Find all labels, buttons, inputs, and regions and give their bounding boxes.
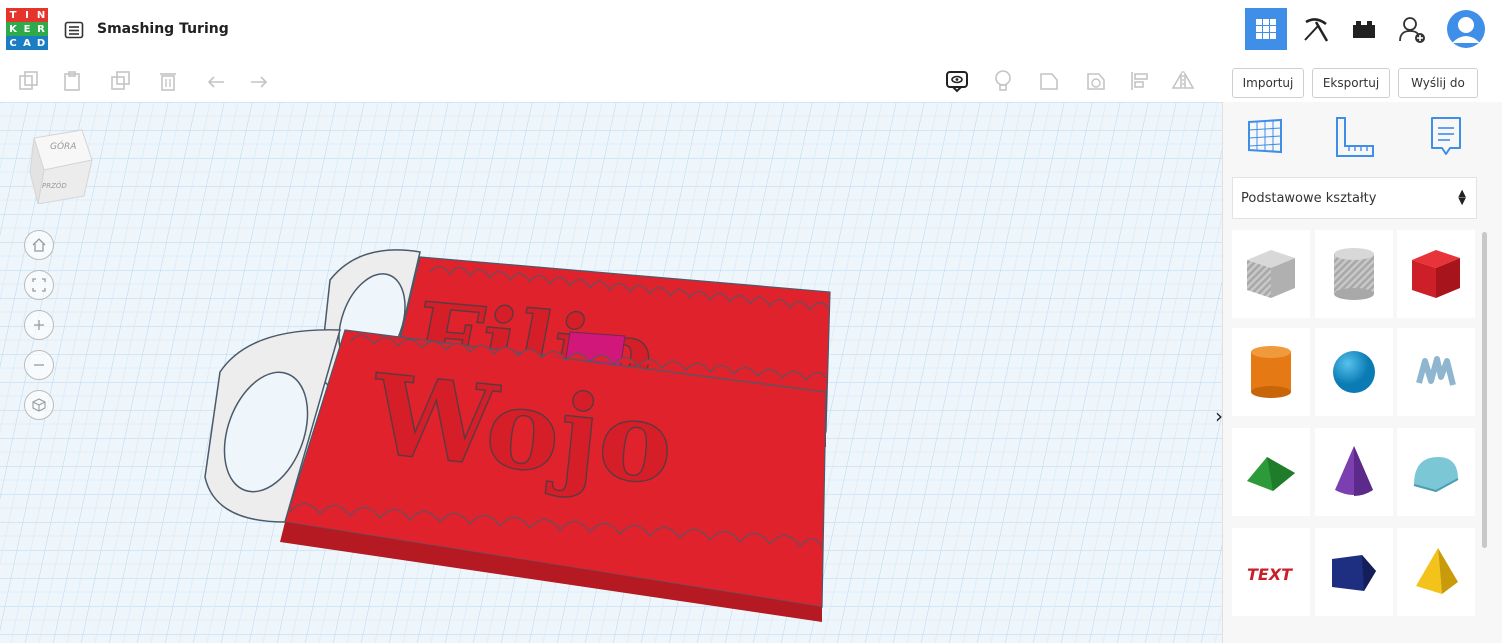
- notes-tab[interactable]: [1428, 116, 1464, 160]
- duplicate-icon[interactable]: [108, 68, 134, 94]
- shape-category-label: Podstawowe kształty: [1241, 190, 1377, 206]
- shape-roof[interactable]: [1232, 428, 1310, 516]
- home-view-button[interactable]: [24, 230, 54, 260]
- view-cube-top[interactable]: GÓRA: [50, 142, 76, 152]
- select-arrows-icon: ▲ ▼: [1458, 188, 1466, 207]
- logo-letter: R: [34, 22, 48, 36]
- ruler-icon: [1336, 117, 1374, 157]
- cube-icon: [32, 398, 46, 412]
- import-button[interactable]: Importuj: [1232, 68, 1304, 98]
- bricks-button[interactable]: [1343, 8, 1385, 50]
- ortho-view-button[interactable]: [24, 390, 54, 420]
- logo-letter: D: [34, 36, 48, 50]
- grid-view-icon: [1256, 19, 1276, 39]
- export-button[interactable]: Eksportuj: [1312, 68, 1390, 98]
- shape-sphere[interactable]: [1315, 328, 1393, 416]
- copy-icon[interactable]: [16, 68, 42, 94]
- add-user-button[interactable]: [1391, 8, 1433, 50]
- fit-icon: [32, 278, 46, 292]
- workplane-tab[interactable]: [1245, 116, 1285, 156]
- brick-icon: [1353, 21, 1375, 38]
- redo-icon[interactable]: [246, 68, 272, 94]
- delete-icon[interactable]: [155, 68, 181, 94]
- zoom-out-button[interactable]: [24, 350, 54, 380]
- shape-box-hole[interactable]: [1232, 230, 1310, 318]
- shape-box[interactable]: [1397, 230, 1475, 318]
- fit-view-button[interactable]: [24, 270, 54, 300]
- pickaxe-icon: [1304, 18, 1329, 42]
- add-user-icon: [1399, 17, 1425, 43]
- workplane-grid[interactable]: Filip Wojo: [0, 102, 1222, 643]
- mirror-icon[interactable]: [1170, 68, 1196, 94]
- shape-round-roof[interactable]: [1397, 428, 1475, 516]
- shape-cylinder[interactable]: [1232, 328, 1310, 416]
- tinkercad-logo[interactable]: T I N K E R C A D: [6, 8, 48, 50]
- view-cube-front[interactable]: PRZÓD: [42, 182, 67, 190]
- logo-letter: T: [6, 8, 20, 22]
- undo-icon[interactable]: [203, 68, 229, 94]
- panel-scrollbar[interactable]: [1482, 232, 1487, 548]
- shape-pyramid[interactable]: [1397, 528, 1475, 616]
- plus-icon: [34, 320, 44, 330]
- pickaxe-button[interactable]: [1295, 8, 1337, 50]
- 3d-workplane[interactable]: Filip Wojo GÓRA PRZÓD: [0, 102, 1222, 643]
- hole-icon[interactable]: [1083, 68, 1109, 94]
- workplane-icon: [1248, 118, 1282, 154]
- send-to-button[interactable]: Wyślij do: [1398, 68, 1478, 98]
- home-icon: [32, 238, 46, 252]
- notes-icon: [1431, 117, 1461, 155]
- shape-cylinder-hole[interactable]: [1315, 230, 1393, 318]
- logo-letter: A: [20, 36, 34, 50]
- shape-category-select[interactable]: Podstawowe kształty ▲ ▼: [1232, 177, 1477, 219]
- logo-letter: I: [20, 8, 34, 22]
- svg-text:TEXT: TEXT: [1247, 565, 1293, 584]
- align-icon[interactable]: [1127, 68, 1153, 94]
- shape-text[interactable]: TEXT: [1232, 528, 1310, 616]
- project-title[interactable]: Smashing Turing: [97, 21, 229, 37]
- minus-icon: [34, 364, 44, 366]
- logo-letter: K: [6, 22, 20, 36]
- shape-polygon[interactable]: [1315, 528, 1393, 616]
- view-cube[interactable]: GÓRA PRZÓD: [26, 124, 96, 205]
- logo-letter: N: [34, 8, 48, 22]
- avatar[interactable]: [1445, 8, 1487, 50]
- shape-cone[interactable]: [1315, 428, 1393, 516]
- design-list-icon[interactable]: [64, 20, 84, 40]
- paste-icon[interactable]: [60, 68, 86, 94]
- logo-letter: E: [20, 22, 34, 36]
- panel-collapse-handle[interactable]: ›: [1212, 402, 1226, 430]
- shape-icon[interactable]: [1036, 68, 1062, 94]
- shape-scribble[interactable]: [1397, 328, 1475, 416]
- ruler-tab[interactable]: [1333, 116, 1377, 160]
- notes-icon[interactable]: [944, 68, 970, 94]
- light-bulb-icon[interactable]: [990, 68, 1016, 94]
- zoom-in-button[interactable]: [24, 310, 54, 340]
- logo-letter: C: [6, 36, 20, 50]
- top-bar: T I N K E R C A D Smashing Turing: [0, 0, 1502, 61]
- grid-view-button[interactable]: [1245, 8, 1287, 50]
